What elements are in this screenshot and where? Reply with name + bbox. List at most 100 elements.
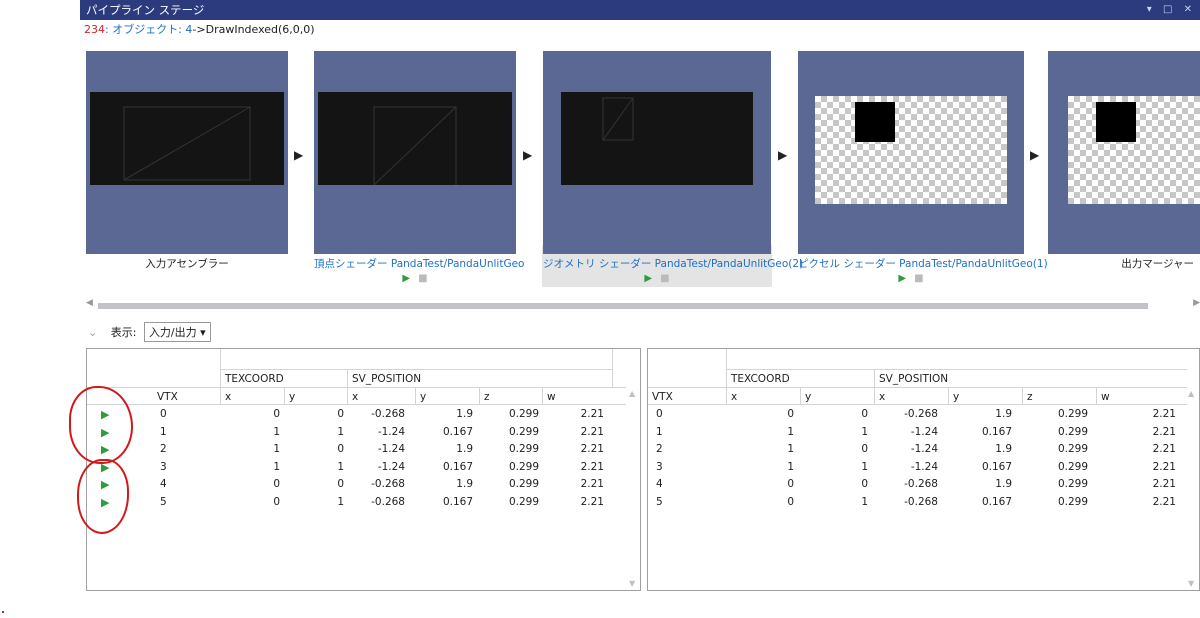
view-selector-bar: ⌄ 表示: 入力/出力 ▾ <box>88 322 211 344</box>
arrow-right-icon: ▶ <box>778 148 788 162</box>
table-row[interactable]: 3 1 1 -1.24 0.167 0.299 2.21 <box>648 459 1187 476</box>
stage-label: 入力アセンブラー <box>145 258 229 270</box>
object-link[interactable]: : オブジェクト: 4 <box>105 23 192 36</box>
cell-py: 1.9 <box>456 443 473 455</box>
play-icon[interactable]: ▶ <box>898 273 906 284</box>
scroll-up-icon[interactable]: ▲ <box>629 389 635 398</box>
table-row[interactable]: 1 1 1 -1.24 0.167 0.299 2.21 <box>648 424 1187 441</box>
render-preview <box>318 92 512 190</box>
view-dropdown[interactable]: 入力/出力 ▾ <box>143 322 211 342</box>
cell-pw: 2.21 <box>580 425 604 438</box>
column-header-pos-x[interactable]: x <box>347 388 415 405</box>
table-row[interactable]: 2 1 0 -1.24 1.9 0.299 2.21 <box>648 441 1187 458</box>
scroll-left-icon[interactable]: ◀ <box>86 298 93 308</box>
cell-tx: 0 <box>273 478 280 490</box>
cell-ty: 0 <box>337 408 344 420</box>
horizontal-scrollbar[interactable]: ◀ ▶ <box>86 298 1200 312</box>
column-header-row: VTX x y x y z w <box>648 387 1187 405</box>
column-header-pos-z[interactable]: z <box>479 388 542 405</box>
arrow-right-icon: ▶ <box>294 148 304 162</box>
scroll-down-icon[interactable]: ▼ <box>1188 579 1194 588</box>
view-dropdown-value: 入力/出力 <box>148 326 197 339</box>
scroll-up-icon[interactable]: ▲ <box>1188 389 1194 398</box>
column-header-pos-z[interactable]: z <box>1022 388 1096 405</box>
table-row[interactable]: ▶ 1 1 1 -1.24 0.167 0.299 2.21 <box>87 424 626 441</box>
cell-py: 1.9 <box>995 443 1012 455</box>
column-header-texcoord-y[interactable]: y <box>284 388 347 405</box>
column-header-texcoord-y[interactable]: y <box>800 388 874 405</box>
play-icon[interactable]: ▶ <box>402 273 410 284</box>
cell-pw: 2.21 <box>1152 460 1176 473</box>
cell-vtx: 4 <box>160 478 167 490</box>
table-row[interactable]: 4 0 0 -0.268 1.9 0.299 2.21 <box>648 476 1187 493</box>
cell-tx: 1 <box>273 425 280 438</box>
column-header-vtx[interactable]: VTX <box>648 388 726 405</box>
cell-vtx: 0 <box>160 408 167 420</box>
column-header-vtx[interactable]: VTX <box>153 388 220 405</box>
cell-pz: 0.299 <box>508 495 539 508</box>
stage-thumbnail[interactable] <box>314 51 516 254</box>
window-controls[interactable]: ▾ □ ✕ <box>1147 0 1196 20</box>
cell-tx: 0 <box>787 495 794 508</box>
stage-thumbnail[interactable] <box>86 51 288 254</box>
column-header-pos-y[interactable]: y <box>415 388 479 405</box>
chevron-down-icon[interactable]: ⌄ <box>88 326 97 339</box>
cell-vtx: 5 <box>656 495 663 508</box>
annotation-dot <box>2 611 4 613</box>
cell-tx: 1 <box>787 425 794 438</box>
table-row[interactable]: ▶ 3 1 1 -1.24 0.167 0.299 2.21 <box>87 459 626 476</box>
cell-tx: 0 <box>273 495 280 508</box>
cell-px: -0.268 <box>904 478 938 490</box>
group-header-svposition: SV_POSITION <box>347 369 612 387</box>
cell-px: -1.24 <box>377 460 405 473</box>
cell-pz: 0.299 <box>1057 408 1088 420</box>
arrow-right-icon: ▶ <box>1030 148 1040 162</box>
cell-py: 1.9 <box>995 408 1012 420</box>
event-number-link[interactable]: 234 <box>84 23 105 36</box>
scroll-right-icon[interactable]: ▶ <box>1193 298 1200 308</box>
cell-pz: 0.299 <box>1057 478 1088 490</box>
table-row[interactable]: ▶ 2 1 0 -1.24 1.9 0.299 2.21 <box>87 441 626 458</box>
cell-ty: 1 <box>337 460 344 473</box>
table-row[interactable]: ▶ 5 0 1 -0.268 0.167 0.299 2.21 <box>87 494 626 511</box>
annotation-circle <box>69 386 133 464</box>
transparency-checker <box>1068 96 1200 204</box>
cell-pz: 0.299 <box>508 408 539 420</box>
play-icon[interactable]: ▶ <box>644 273 652 284</box>
column-header-pos-w[interactable]: w <box>542 388 612 405</box>
cell-pz: 0.299 <box>1057 443 1088 455</box>
cell-py: 1.9 <box>995 478 1012 490</box>
vertical-scrollbar[interactable]: ▲ ▼ <box>1185 387 1199 590</box>
cell-px: -1.24 <box>910 443 938 455</box>
cell-px: -0.268 <box>371 478 405 490</box>
stop-icon[interactable]: ■ <box>418 273 427 284</box>
table-row[interactable]: 5 0 1 -0.268 0.167 0.299 2.21 <box>648 494 1187 511</box>
column-header-texcoord-x[interactable]: x <box>726 388 800 405</box>
stop-icon[interactable]: ■ <box>914 273 923 284</box>
group-header-texcoord: TEXCOORD <box>220 369 347 387</box>
stage-link[interactable]: ジオメトリ シェーダー PandaTest/PandaUnlitGeo(2) <box>543 256 803 271</box>
scroll-down-icon[interactable]: ▼ <box>629 579 635 588</box>
cell-ty: 0 <box>861 478 868 490</box>
column-header-pos-y[interactable]: y <box>948 388 1022 405</box>
stop-icon[interactable]: ■ <box>660 273 669 284</box>
table-row[interactable]: ▶ 0 0 0 -0.268 1.9 0.299 2.21 <box>87 406 626 423</box>
pipeline-stages-window: パイプライン ステージ ▾ □ ✕ 234: オブジェクト: 4->DrawIn… <box>80 0 1200 600</box>
cell-ty: 0 <box>337 443 344 455</box>
vertical-scrollbar[interactable]: ▲ ▼ <box>626 387 640 590</box>
table-row[interactable]: ▶ 4 0 0 -0.268 1.9 0.299 2.21 <box>87 476 626 493</box>
column-header-texcoord-x[interactable]: x <box>220 388 284 405</box>
stage-link[interactable]: ピクセル シェーダー PandaTest/PandaUnlitGeo(1) <box>798 256 1048 271</box>
stage-thumbnail[interactable] <box>543 51 771 254</box>
table-row[interactable]: 0 0 0 -0.268 1.9 0.299 2.21 <box>648 406 1187 423</box>
cell-tx: 1 <box>787 443 794 455</box>
scroll-thumb[interactable] <box>98 303 1148 309</box>
stage-thumbnail[interactable] <box>798 51 1024 254</box>
column-header-pos-x[interactable]: x <box>874 388 948 405</box>
cell-py: 0.167 <box>981 425 1012 438</box>
cell-ty: 1 <box>861 495 868 508</box>
stage-thumbnail[interactable] <box>1048 51 1200 254</box>
stage-link[interactable]: 頂点シェーダー PandaTest/PandaUnlitGeo <box>314 256 524 271</box>
column-divider <box>612 349 613 387</box>
column-header-pos-w[interactable]: w <box>1096 388 1187 405</box>
